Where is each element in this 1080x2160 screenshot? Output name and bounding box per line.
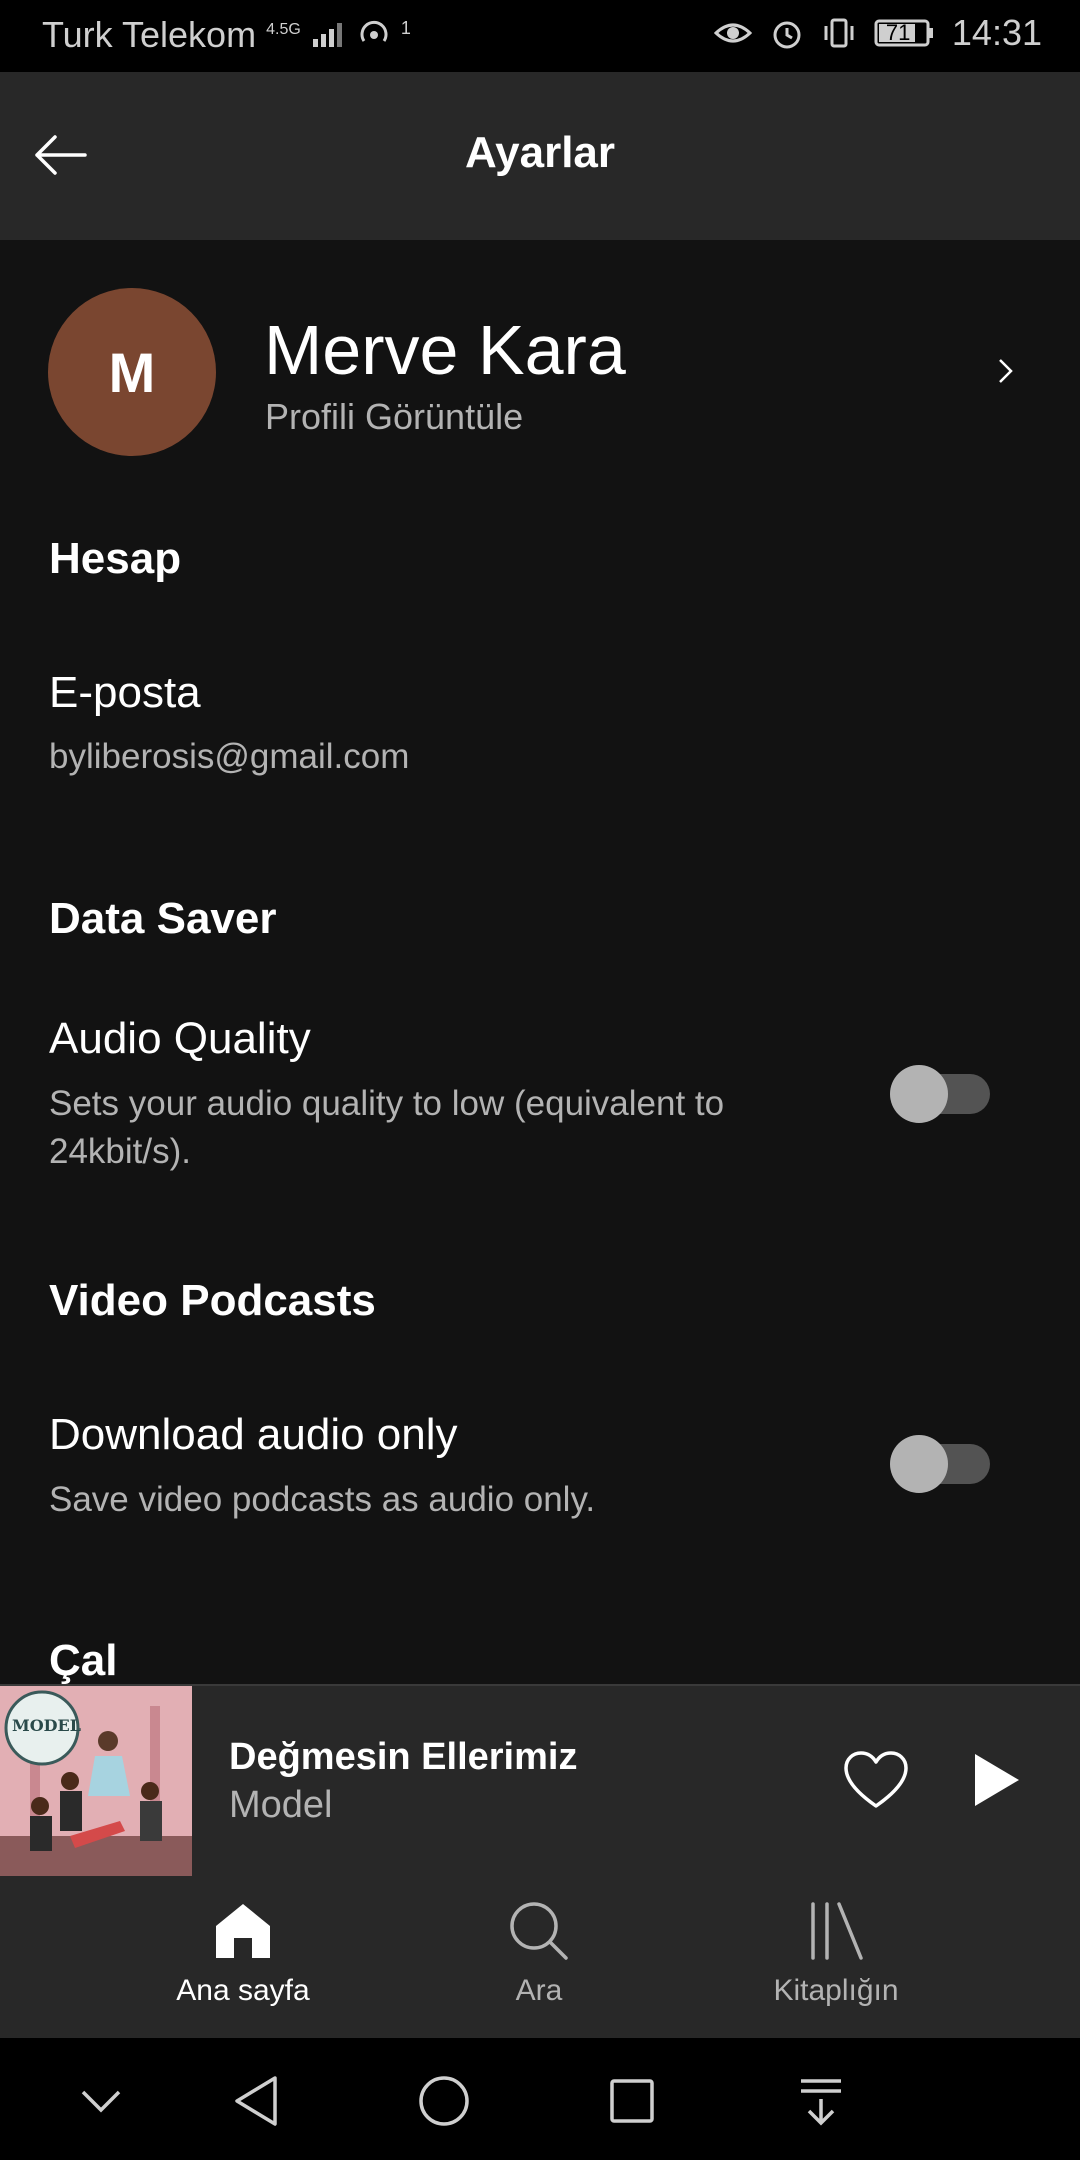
- audio-quality-toggle[interactable]: [890, 1060, 990, 1123]
- search-icon: [510, 1902, 568, 1960]
- play-icon: [975, 1754, 1019, 1806]
- status-right: 71 14:31: [713, 12, 1042, 54]
- collapse-button[interactable]: [66, 2066, 136, 2136]
- now-playing-artist: Model: [229, 1784, 333, 1826]
- system-nav-bar: [0, 2038, 1080, 2160]
- toggle-knob: [890, 1065, 948, 1123]
- system-recents-button[interactable]: [597, 2066, 667, 2136]
- download-audio-only-toggle[interactable]: [890, 1430, 990, 1493]
- audio-quality-description-line2: 24kbit/s).: [49, 1132, 191, 1171]
- email-value: byliberosis@gmail.com: [49, 737, 410, 776]
- view-profile-link[interactable]: Profili Görüntüle: [265, 396, 523, 438]
- signal-icon: [311, 21, 347, 47]
- section-title-video-podcasts: Video Podcasts: [49, 1276, 376, 1325]
- battery-level: 71: [885, 20, 911, 45]
- pull-down-icon: [801, 2079, 841, 2126]
- carrier-name: Turk Telekom: [42, 14, 257, 55]
- alarm-icon: [770, 16, 804, 50]
- square-recents-icon: [610, 2079, 654, 2123]
- nav-label-library: Kitaplığın: [773, 1974, 899, 2007]
- vibrate-icon: [822, 16, 856, 50]
- page-title: Ayarlar: [464, 128, 616, 177]
- section-title-account: Hesap: [49, 534, 182, 583]
- network-type: 4.5G: [266, 21, 301, 38]
- download-audio-only-description: Save video podcasts as audio only.: [49, 1480, 596, 1519]
- avatar: M: [48, 288, 216, 456]
- section-title-data-saver: Data Saver: [49, 894, 277, 943]
- like-button[interactable]: [840, 1744, 912, 1816]
- heart-icon: [844, 1751, 908, 1808]
- nav-item-search[interactable]: Ara: [389, 1900, 689, 2030]
- toggle-knob: [890, 1435, 948, 1493]
- system-back-button[interactable]: [221, 2066, 291, 2136]
- email-label[interactable]: E-posta: [49, 668, 201, 718]
- library-icon: [811, 1902, 863, 1960]
- system-home-button[interactable]: [409, 2066, 479, 2136]
- nav-label-home: Ana sayfa: [176, 1974, 310, 2007]
- audio-quality-description-line1: Sets your audio quality to low (equivale…: [49, 1084, 725, 1123]
- status-carrier: Turk Telekom 4.5G 1: [42, 14, 411, 56]
- clock: 14:31: [951, 12, 1042, 53]
- section-title-play: Çal: [49, 1636, 118, 1685]
- nav-item-library[interactable]: Kitaplığın: [686, 1900, 986, 2030]
- triangle-back-icon: [235, 2076, 277, 2126]
- hotspot-icon: [357, 17, 391, 47]
- nav-item-home[interactable]: Ana sayfa: [93, 1900, 393, 2030]
- album-badge-text: MODEL: [12, 1716, 81, 1735]
- circle-home-icon: [419, 2076, 469, 2126]
- home-icon: [216, 1904, 270, 1958]
- album-art: MODEL: [0, 1686, 192, 1876]
- chevron-down-icon: [81, 2090, 121, 2113]
- download-audio-only-label: Download audio only: [49, 1410, 458, 1459]
- hotspot-count: 1: [400, 18, 411, 38]
- notification-shade-button[interactable]: [786, 2066, 856, 2136]
- now-playing-title: Değmesin Ellerimiz: [229, 1736, 578, 1778]
- chevron-right-icon: [996, 356, 1016, 391]
- audio-quality-label: Audio Quality: [49, 1014, 311, 1063]
- play-button[interactable]: [960, 1744, 1032, 1816]
- battery-icon: 71: [874, 18, 934, 48]
- profile-name: Merve Kara: [264, 311, 626, 389]
- nav-label-search: Ara: [515, 1974, 563, 2007]
- eye-icon: [713, 19, 752, 47]
